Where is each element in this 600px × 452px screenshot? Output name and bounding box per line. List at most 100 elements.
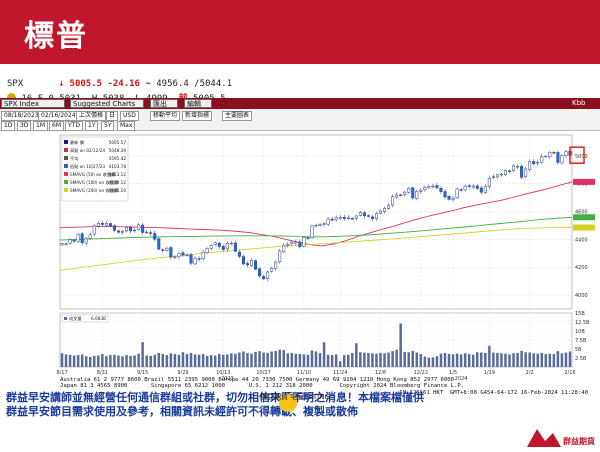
volume-bar: [149, 355, 152, 367]
volume-bar: [290, 352, 294, 367]
date-from-input[interactable]: 08/18/2023: [1, 111, 42, 121]
price-tick-label: 4400: [575, 237, 588, 243]
candle-body: [516, 166, 520, 168]
candle-body: [254, 260, 258, 270]
price-pane: [59, 134, 573, 310]
bloomberg-toolbar: SPX Index Suggested Charts 匯出 編輯 Kbb: [0, 98, 600, 109]
x-tick-label: 9/29: [177, 370, 188, 376]
volume-bar: [60, 353, 64, 367]
volume-bar: [68, 354, 72, 367]
candle-body: [60, 243, 64, 246]
add-indicator-option[interactable]: 新增指標: [182, 111, 213, 121]
x-tick-label: 12/22: [414, 370, 428, 376]
range-button-3d[interactable]: 3D: [17, 121, 32, 131]
range-button-1m[interactable]: 1M: [33, 121, 48, 131]
candle-body: [346, 217, 350, 220]
legend-swatch: [64, 188, 68, 192]
corner-brand-logo: 群益期貨: [523, 423, 600, 452]
export-button[interactable]: 匯出: [150, 99, 178, 108]
legend-swatch: [64, 164, 68, 168]
candle-body: [350, 218, 354, 220]
chart-controls: 08/18/2023 02/16/2024 上次價格 日 USD 移動平均 新增…: [0, 109, 600, 131]
candle-body: [237, 251, 241, 257]
volume-bar: [540, 352, 544, 367]
volume-bar: [326, 354, 330, 367]
candle-body: [419, 189, 423, 192]
candle-body: [544, 155, 548, 158]
candle-body: [185, 254, 189, 257]
logo-text: 群益期貨 宅庭EATING: [260, 392, 330, 401]
candle: [560, 154, 564, 165]
candle-body: [338, 217, 342, 219]
candle-body: [443, 191, 447, 198]
edit-button[interactable]: 編輯: [184, 99, 212, 108]
range-button-6m[interactable]: 6M: [49, 121, 64, 131]
volume-bar: [342, 355, 346, 367]
volume-bar: [492, 352, 495, 367]
main-chart-option[interactable]: 主要圖表: [222, 111, 253, 121]
index-field[interactable]: SPX Index: [1, 99, 65, 108]
range-button-max[interactable]: Max: [117, 121, 136, 131]
range-button-1y[interactable]: 1Y: [85, 121, 99, 131]
volume-bar: [72, 355, 76, 367]
toolbar-icon[interactable]: Kbb: [570, 99, 587, 108]
blog-url[interactable]: https://eting1688.pixnet.net/album: [330, 434, 514, 444]
volume-bar: [564, 352, 568, 367]
period-select[interactable]: 日: [106, 111, 119, 121]
candle-body: [383, 208, 387, 212]
candle-body: [298, 241, 302, 248]
candle-body: [209, 244, 213, 249]
volume-bar: [419, 354, 423, 367]
volume-tick-label: 5B: [575, 347, 582, 353]
x-tick-label: 12/8: [375, 370, 386, 376]
candle-body: [233, 242, 237, 252]
currency-select[interactable]: USD: [120, 111, 139, 121]
price-tick-label: 4000: [575, 293, 588, 299]
volume-bar: [282, 350, 285, 367]
candle-body: [475, 185, 479, 189]
volume-bar: [330, 355, 334, 367]
price-type-select[interactable]: 上次價格: [76, 111, 107, 121]
candle-body: [556, 152, 560, 163]
volume-bar: [173, 354, 177, 367]
volume-bar: [359, 352, 362, 367]
suggested-charts-button[interactable]: Suggested Charts: [70, 99, 144, 108]
candle-body: [455, 188, 459, 199]
range-button-1d[interactable]: 1D: [1, 121, 16, 131]
moving-average-option[interactable]: 移動平均: [150, 111, 181, 121]
range-button-ytd[interactable]: YTD: [65, 121, 83, 131]
candle-body: [161, 249, 165, 251]
volume-bar: [117, 355, 120, 367]
candle-body: [145, 231, 149, 234]
x-tick-label: 1/19: [484, 370, 495, 376]
range-button-5y[interactable]: 5Y: [101, 121, 115, 131]
candle-body: [399, 194, 403, 196]
legend-value: 4103.78: [109, 164, 127, 169]
volume-bar: [314, 351, 318, 367]
volume-bar: [467, 354, 471, 367]
x-tick-label: 2/2: [526, 370, 534, 376]
volume-bar: [471, 354, 475, 367]
corner-logo-text: 群益期貨: [562, 436, 595, 446]
day-hilo: 4956.4 /5044.1: [156, 79, 233, 89]
candle-body: [104, 223, 108, 226]
candle-body: [225, 242, 229, 250]
volume-bar: [334, 354, 338, 367]
volume-bar: [262, 352, 265, 367]
price-tick-label: 5000: [575, 154, 588, 160]
candle-body: [217, 242, 221, 247]
candle-body: [125, 227, 129, 232]
volume-bar: [544, 354, 548, 367]
volume-bar: [226, 354, 229, 367]
candle-body: [395, 194, 399, 198]
candle-body: [270, 267, 274, 272]
volume-bar: [403, 351, 406, 367]
volume-bar: [439, 353, 443, 367]
volume-bar: [395, 349, 398, 367]
volume-bar: [459, 354, 463, 367]
candle-body: [314, 224, 318, 227]
legend-label: 高點 on 02/12/24: [70, 147, 105, 154]
candle-body: [116, 230, 120, 233]
date-to-input[interactable]: 02/16/2024: [38, 111, 79, 121]
volume-tick-label: 10B: [575, 329, 585, 335]
